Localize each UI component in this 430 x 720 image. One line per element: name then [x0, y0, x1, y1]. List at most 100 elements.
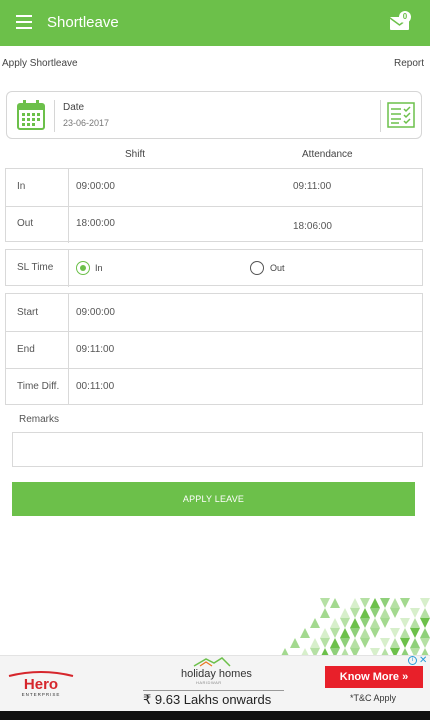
- decor-triangle: [420, 608, 430, 618]
- date-card: Date 23-06-2017: [6, 91, 422, 139]
- sl-time-row: SL Time In Out: [5, 249, 423, 287]
- page-title: Shortleave: [47, 14, 119, 31]
- decor-triangle: [350, 618, 360, 628]
- decor-triangle: [300, 628, 310, 638]
- app-bar: Shortleave 0: [0, 0, 430, 46]
- sl-in-radio[interactable]: [76, 261, 90, 275]
- decor-triangle: [360, 598, 370, 608]
- end-value[interactable]: 09:11:00: [76, 344, 114, 355]
- decor-triangle: [400, 638, 410, 648]
- decor-triangle: [340, 608, 350, 618]
- shift-times-table: In 09:00:00 09:11:00 Out 18:00:00 18:06:…: [5, 168, 423, 243]
- decor-triangle: [360, 608, 370, 618]
- out-label: Out: [17, 218, 34, 229]
- remarks-label: Remarks: [19, 414, 60, 425]
- decor-triangle: [400, 598, 410, 608]
- decor-triangle: [290, 638, 300, 648]
- decor-triangle: [420, 598, 430, 608]
- decor-triangle: [340, 628, 350, 638]
- sl-in-label[interactable]: In: [95, 263, 103, 273]
- date-label: Date: [63, 102, 85, 113]
- decor-triangle: [380, 608, 390, 618]
- decor-triangle: [410, 628, 420, 638]
- table-row: Start 09:00:00: [6, 294, 422, 332]
- decor-triangle: [400, 628, 410, 638]
- decor-triangle: [310, 618, 320, 628]
- decor-triangle: [410, 608, 420, 618]
- roof-logo: [193, 657, 231, 667]
- hero-logo: Hero ENTERPRISE: [8, 671, 74, 697]
- leave-range-table: Start 09:00:00 End 09:11:00 Time Diff. 0…: [5, 293, 423, 405]
- decor-triangle: [370, 618, 380, 628]
- ad-brand-sub: HARIDWAR: [196, 680, 222, 685]
- in-label: In: [17, 181, 26, 192]
- divider: [380, 100, 381, 132]
- decor-triangle: [350, 608, 360, 618]
- ad-banner[interactable]: Hero ENTERPRISE holiday homes HARIDWAR ₹…: [0, 655, 430, 711]
- start-label: Start: [17, 307, 39, 318]
- sl-time-label: SL Time: [17, 262, 54, 273]
- table-row: Out 18:00:00 18:06:00: [6, 206, 422, 243]
- apply-shortleave-tab[interactable]: Apply Shortleave: [2, 58, 78, 69]
- menu-icon[interactable]: [16, 15, 32, 29]
- decor-triangle: [390, 598, 400, 608]
- decor-triangle: [350, 628, 360, 638]
- decor-triangle: [330, 618, 340, 628]
- decor-triangle: [370, 598, 380, 608]
- sl-out-label[interactable]: Out: [270, 263, 285, 273]
- know-more-label: Know More: [339, 671, 400, 683]
- decor-triangle: [420, 618, 430, 628]
- decor-triangle: [320, 638, 330, 648]
- decor-triangle: [320, 598, 330, 608]
- time-diff-value: 00:11:00: [76, 381, 115, 392]
- table-row: End 09:11:00: [6, 331, 422, 369]
- decor-triangle: [360, 628, 370, 638]
- checklist-icon[interactable]: [387, 102, 415, 128]
- out-shift-value: 18:00:00: [76, 218, 115, 229]
- decor-triangle: [330, 638, 340, 648]
- decor-triangle: [320, 628, 330, 638]
- end-label: End: [17, 344, 35, 355]
- decor-triangle: [350, 638, 360, 648]
- info-icon[interactable]: i: [408, 656, 417, 665]
- decor-triangle: [390, 628, 400, 638]
- in-attendance-value: 09:11:00: [293, 181, 332, 192]
- inbox-count-badge: 0: [399, 11, 411, 23]
- time-diff-label: Time Diff.: [17, 381, 60, 392]
- decor-triangle: [360, 638, 370, 648]
- decor-triangle: [380, 618, 390, 628]
- ad-brand: holiday homes: [181, 668, 252, 680]
- decor-triangle: [420, 628, 430, 638]
- decor-triangle: [340, 618, 350, 628]
- start-value[interactable]: 09:00:00: [76, 307, 115, 318]
- remarks-input[interactable]: [12, 432, 423, 467]
- decor-triangle: [370, 628, 380, 638]
- attendance-column-header: Attendance: [302, 149, 353, 160]
- decor-triangle: [380, 598, 390, 608]
- double-chevron-right-icon: »: [399, 671, 409, 683]
- system-nav-bar: [0, 711, 430, 720]
- decor-triangle: [310, 638, 320, 648]
- ad-price: ₹ 9.63 Lakhs onwards: [143, 690, 284, 708]
- sl-out-radio[interactable]: [250, 261, 264, 275]
- decor-triangle: [340, 638, 350, 648]
- decor-triangle: [420, 638, 430, 648]
- know-more-button[interactable]: Know More »: [325, 666, 423, 688]
- decor-triangle: [410, 618, 420, 628]
- calendar-icon[interactable]: [17, 100, 45, 130]
- decor-triangle: [330, 628, 340, 638]
- report-link[interactable]: Report: [394, 58, 424, 69]
- decor-triangle: [380, 638, 390, 648]
- in-shift-value: 09:00:00: [76, 181, 115, 192]
- close-icon[interactable]: ✕: [419, 655, 427, 666]
- divider: [54, 100, 55, 132]
- decor-triangle: [360, 618, 370, 628]
- triangle-pattern-decoration: [281, 598, 430, 656]
- apply-leave-button[interactable]: APPLY LEAVE: [12, 482, 415, 516]
- decor-triangle: [350, 598, 360, 608]
- table-row: SL Time In Out: [6, 250, 422, 287]
- decor-triangle: [320, 608, 330, 618]
- decor-triangle: [400, 618, 410, 628]
- date-value[interactable]: 23-06-2017: [63, 118, 109, 128]
- hero-logo-text: Hero: [24, 676, 58, 693]
